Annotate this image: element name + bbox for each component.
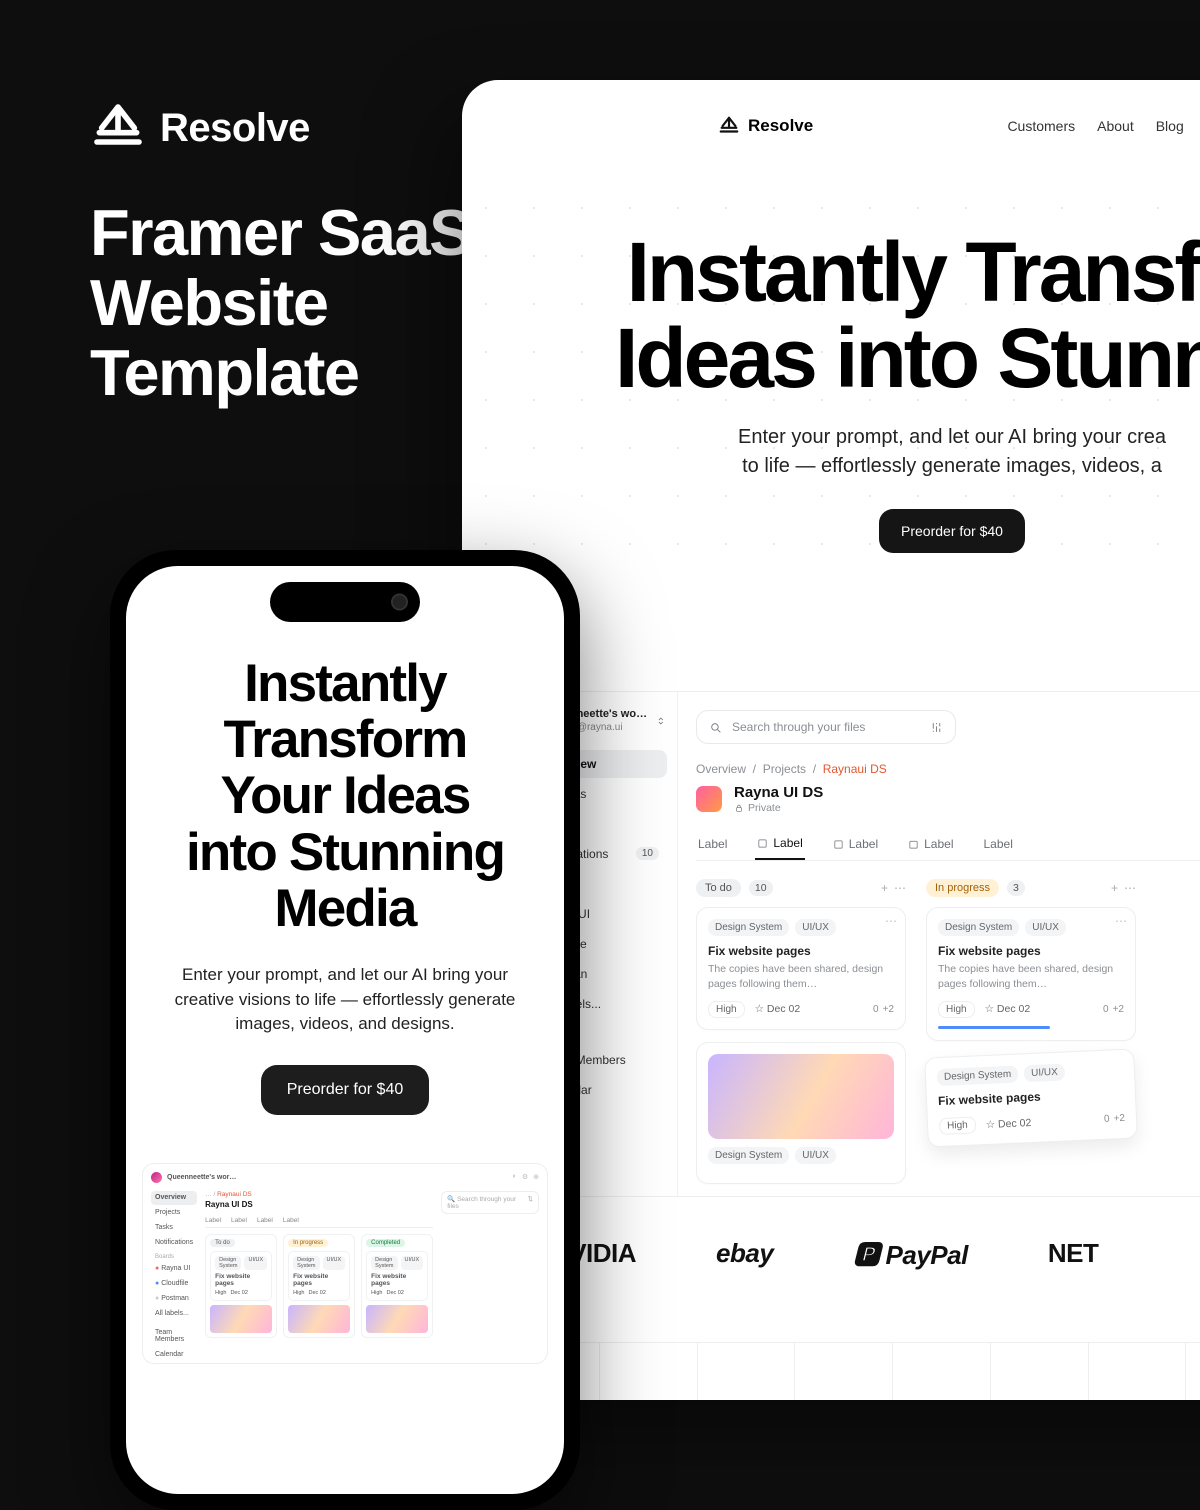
phone-preorder-button[interactable]: Preorder for $40 bbox=[261, 1065, 430, 1115]
kanban-card[interactable]: ⋯ Design SystemUI/UX Fix website pages T… bbox=[696, 907, 906, 1029]
kanban-card[interactable]: Design SystemUI/UX bbox=[696, 1042, 906, 1184]
lock-icon bbox=[734, 803, 744, 813]
board-item[interactable]: ● Rayna UI bbox=[151, 1262, 197, 1276]
more-icon[interactable]: ⋯ bbox=[894, 881, 906, 895]
resolve-mark-icon bbox=[718, 115, 740, 137]
desktop-nav: Resolve Customers About Blog Contact Pr bbox=[462, 108, 1200, 144]
tab-label-3[interactable]: Label bbox=[831, 828, 880, 860]
promo-logo: Resolve bbox=[90, 100, 471, 156]
logo-netflix: NET bbox=[1048, 1238, 1099, 1269]
board-item[interactable]: All labels... bbox=[151, 1307, 197, 1321]
column-todo: To do 10 +⋯ ⋯ Design SystemUI/UX Fix web… bbox=[696, 879, 906, 1195]
hero-title: Instantly Transfor Ideas into Stunnin bbox=[562, 230, 1200, 401]
breadcrumb: Overview / Projects / Raynaui DS bbox=[696, 762, 1200, 776]
phone-notch bbox=[270, 582, 420, 622]
add-card-icon[interactable]: + bbox=[1111, 881, 1118, 895]
avatar bbox=[151, 1172, 162, 1183]
sidebar-item[interactable]: Tasks bbox=[151, 1221, 197, 1235]
promo-title: Framer SaaS Website Template bbox=[90, 198, 471, 409]
project-thumb bbox=[696, 786, 722, 812]
more-icon[interactable]: ⋯ bbox=[1115, 914, 1127, 928]
project-title: Rayna UI DS bbox=[734, 784, 823, 801]
more-icon[interactable]: ⋯ bbox=[885, 914, 897, 928]
tab-label-5[interactable]: Label bbox=[982, 828, 1015, 860]
bottom-grid bbox=[502, 1342, 1200, 1400]
more-icon[interactable]: ⋯ bbox=[1124, 881, 1136, 895]
nav-customers[interactable]: Customers bbox=[1007, 118, 1075, 134]
icon[interactable]: ◐ bbox=[513, 1173, 517, 1181]
resolve-mark-icon bbox=[90, 100, 146, 156]
board-item[interactable]: ● Postman bbox=[151, 1292, 197, 1306]
tab-label-1[interactable]: Label bbox=[696, 828, 729, 860]
logo-paypal: 🅿 PayPal bbox=[853, 1235, 968, 1272]
logo-ebay: ebay bbox=[716, 1238, 773, 1269]
icon[interactable]: ⊕ bbox=[533, 1173, 539, 1181]
kanban-card-dragging[interactable]: Design SystemUI/UX Fix website pages Hig… bbox=[924, 1048, 1138, 1147]
kanban-card[interactable]: ⋯ Design SystemUI/UX Fix website pages T… bbox=[926, 907, 1136, 1040]
promo-brand: Resolve bbox=[160, 106, 310, 151]
sidebar-item[interactable]: Projects bbox=[151, 1206, 197, 1220]
add-card-icon[interactable]: + bbox=[881, 881, 888, 895]
view-tabs: Label Label Label Label Label bbox=[696, 828, 1200, 861]
phone-hero-sub: Enter your prompt, and let our AI bring … bbox=[156, 963, 534, 1037]
search-input[interactable]: Search through your files bbox=[696, 710, 956, 744]
sidebar-item[interactable]: Notifications bbox=[151, 1236, 197, 1250]
column-inprogress: In progress 3 +⋯ ⋯ Design SystemUI/UX Fi… bbox=[926, 879, 1136, 1195]
nav-logo[interactable]: Resolve bbox=[718, 115, 813, 137]
sliders-icon[interactable] bbox=[930, 721, 943, 734]
card-image bbox=[708, 1054, 894, 1139]
nav-blog[interactable]: Blog bbox=[1156, 118, 1184, 134]
phone-preview: Instantly Transform Your Ideas into Stun… bbox=[110, 550, 580, 1510]
chevron-updown-icon bbox=[655, 715, 667, 727]
sidebar-item[interactable]: Overview bbox=[151, 1191, 197, 1205]
board-item[interactable]: ● Cloudfile bbox=[151, 1277, 197, 1291]
tab-label-2[interactable]: Label bbox=[755, 828, 804, 860]
sidebar-item[interactable]: Calendar bbox=[151, 1348, 197, 1362]
search-icon bbox=[709, 721, 722, 734]
phone-hero-title: Instantly Transform Your Ideas into Stun… bbox=[156, 656, 534, 937]
sidebar-item[interactable]: Team Members bbox=[151, 1326, 197, 1347]
hero-sub: Enter your prompt, and let our AI bring … bbox=[562, 423, 1200, 481]
project-privacy: Private bbox=[734, 802, 823, 814]
nav-about[interactable]: About bbox=[1097, 118, 1134, 134]
tab-label-4[interactable]: Label bbox=[906, 828, 955, 860]
icon[interactable]: ⚙ bbox=[522, 1173, 528, 1181]
preorder-button[interactable]: Preorder for $40 bbox=[879, 509, 1025, 553]
phone-dashboard: Queenneette's wor… ◐⚙⊕ Overview Projects… bbox=[142, 1163, 548, 1364]
dashboard-preview: Queenneette's wor… alison.e@rayna.ui Ove… bbox=[502, 691, 1200, 1196]
search-input[interactable]: 🔍 Search through your files⇅ bbox=[441, 1191, 539, 1214]
